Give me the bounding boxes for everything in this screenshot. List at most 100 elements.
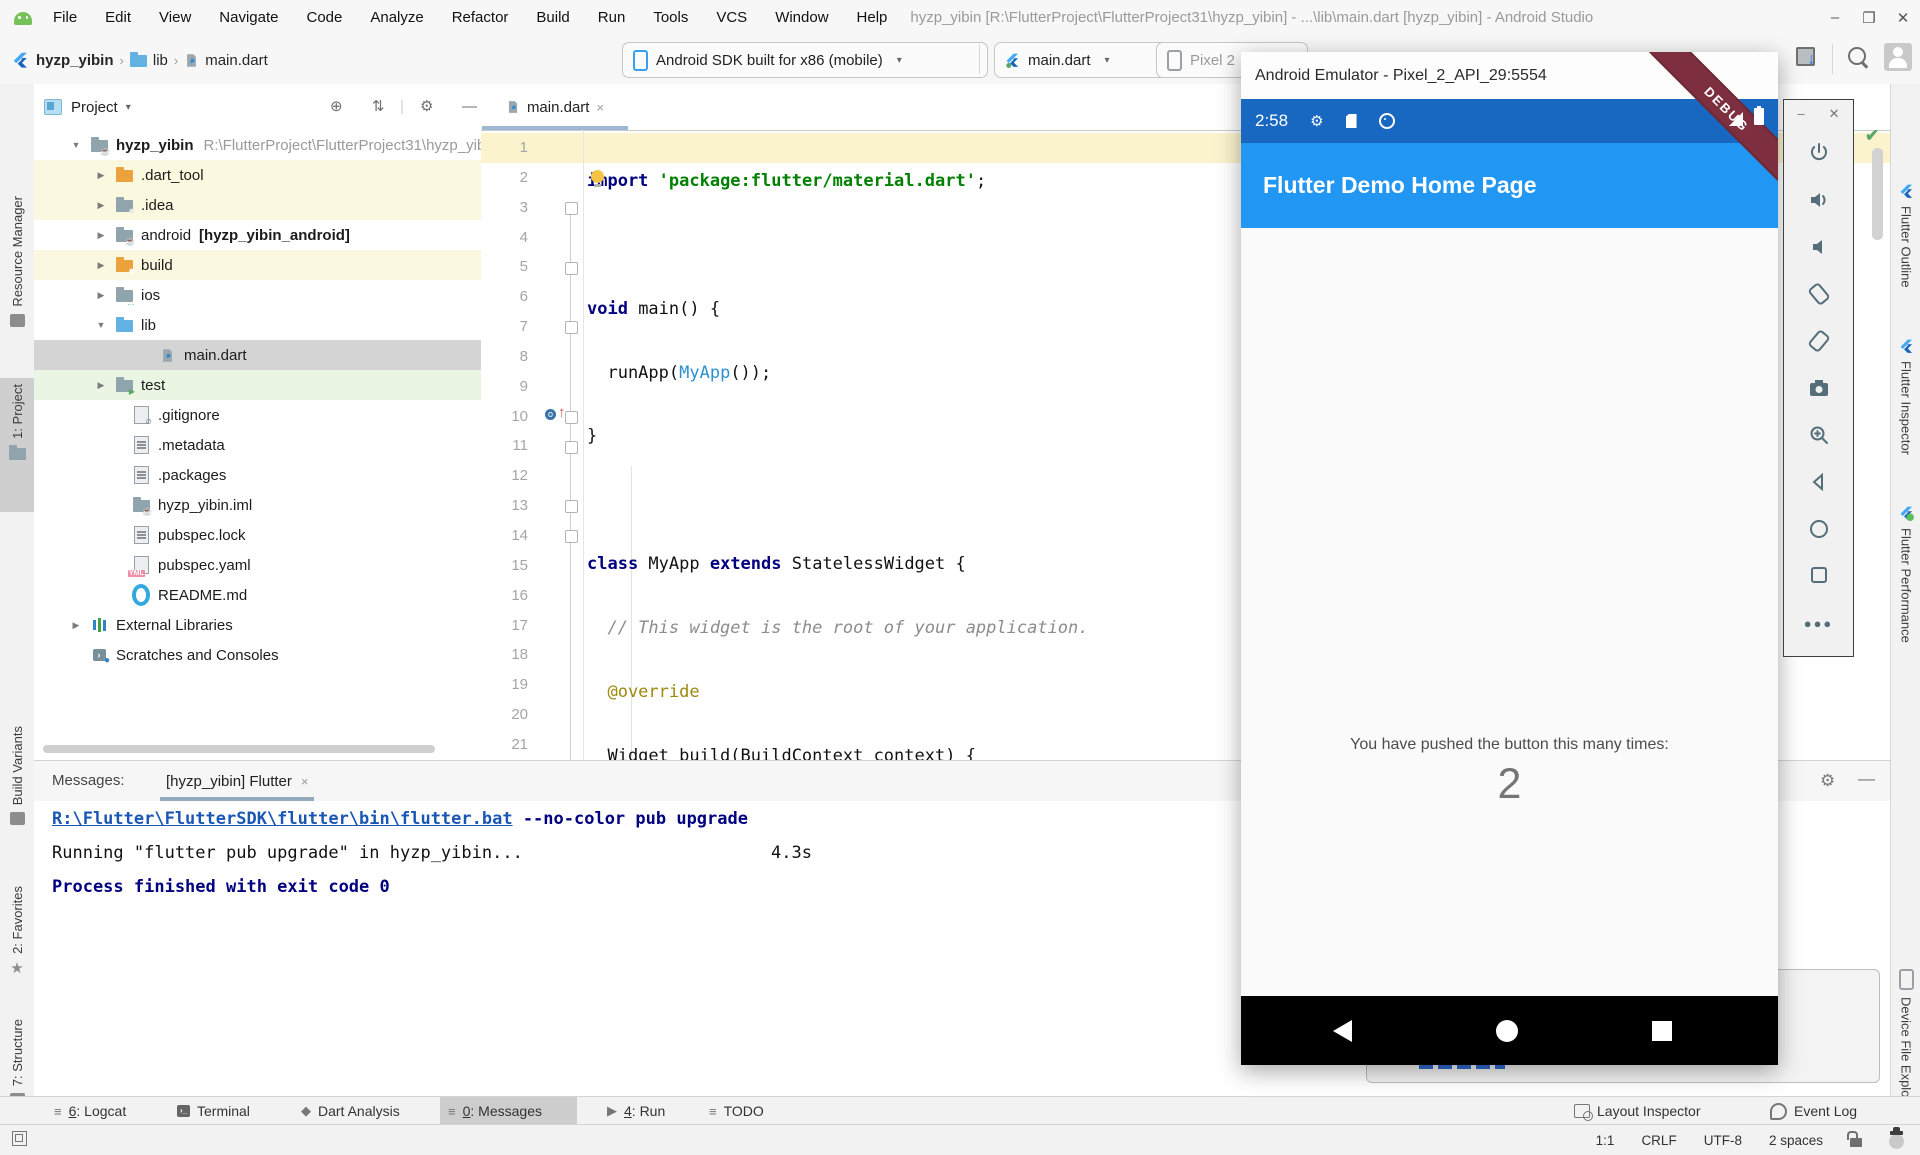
tree-row-lib[interactable]: ▼ lib [34, 310, 481, 340]
expand-arrow-icon[interactable]: ▶ [95, 170, 107, 181]
locate-file-icon[interactable]: ⊕ [330, 98, 343, 116]
fold-toggle[interactable] [565, 441, 578, 454]
menu-view[interactable]: View [150, 6, 200, 29]
tree-row-test[interactable]: ▶ ▶ test [34, 370, 481, 400]
menu-refactor[interactable]: Refactor [443, 6, 518, 29]
volume-down-icon[interactable] [1806, 234, 1832, 260]
tree-row-main-dart[interactable]: main.dart [34, 340, 481, 370]
file-encoding[interactable]: UTF-8 [1704, 1133, 1742, 1148]
override-marker-icon[interactable]: o [545, 409, 556, 420]
toolbtn-event-log[interactable]: Event Log [1762, 1097, 1865, 1125]
tree-row-idea[interactable]: ▶ ✹ .idea [34, 190, 481, 220]
breadcrumb-project[interactable]: hyzp_yibin [36, 52, 114, 69]
fold-toggle[interactable] [565, 411, 578, 424]
minimize-emulator-icon[interactable]: – [1797, 106, 1804, 122]
tree-row-packages[interactable]: .packages [34, 460, 481, 490]
close-tab-icon[interactable]: × [301, 774, 309, 789]
nav-overview-icon[interactable] [1652, 1021, 1672, 1041]
fold-toggle[interactable] [565, 321, 578, 334]
menu-navigate[interactable]: Navigate [210, 6, 287, 29]
fold-toggle[interactable] [565, 500, 578, 513]
caret-position[interactable]: 1:1 [1596, 1133, 1615, 1148]
more-options-icon[interactable]: ●●● [1806, 610, 1832, 636]
collapse-all-icon[interactable]: ⇅ [372, 98, 385, 116]
menu-file[interactable]: File [44, 6, 86, 29]
sidebar-item-resource-manager[interactable]: Resource Manager [0, 196, 34, 327]
tree-row-readme[interactable]: README.md [34, 580, 481, 610]
menu-tools[interactable]: Tools [644, 6, 697, 29]
menu-run[interactable]: Run [589, 6, 635, 29]
inspections-ok-icon[interactable]: ✔ [1865, 126, 1879, 146]
tree-row-gitignore[interactable]: ⊘ .gitignore [34, 400, 481, 430]
expand-arrow-icon[interactable]: ▶ [95, 260, 107, 271]
screenshot-camera-icon[interactable] [1806, 375, 1832, 401]
tree-row-iml[interactable]: ☕ hyzp_yibin.iml [34, 490, 481, 520]
expand-arrow-icon[interactable]: ▶ [95, 230, 107, 241]
sidebar-item-structure[interactable]: 7: Structure [0, 1019, 34, 1106]
sidebar-item-project[interactable]: 1: Project [0, 384, 34, 460]
tree-row-metadata[interactable]: .metadata [34, 430, 481, 460]
tree-row-external-libraries[interactable]: ▶ External Libraries [34, 610, 481, 640]
editor-scrollbar[interactable] [1872, 148, 1883, 240]
tree-row-pubspec-yaml[interactable]: YML pubspec.yaml [34, 550, 481, 580]
gear-icon[interactable]: ⚙ [1820, 771, 1835, 791]
breadcrumb-lib[interactable]: lib [153, 52, 168, 69]
tree-row-build[interactable]: ▶ ✹ build [34, 250, 481, 280]
tree-row-scratches[interactable]: ›● Scratches and Consoles [34, 640, 481, 670]
menu-help[interactable]: Help [848, 6, 897, 29]
close-window-button[interactable]: ✕ [1886, 4, 1920, 32]
expand-arrow-icon[interactable]: ▶ [95, 380, 107, 391]
nav-home-icon[interactable] [1496, 1020, 1518, 1042]
sdk-manager-icon[interactable]: ↓ [1796, 47, 1822, 71]
fold-toggle[interactable] [565, 202, 578, 215]
sidebar-item-flutter-outline[interactable]: Flutter Outline [1891, 184, 1920, 288]
indent-setting[interactable]: 2 spaces [1769, 1133, 1823, 1148]
menu-analyze[interactable]: Analyze [361, 6, 432, 29]
close-tab-icon[interactable]: × [596, 100, 604, 115]
gear-icon[interactable]: ⚙ [420, 98, 433, 116]
clipped-link[interactable] [1419, 1065, 1505, 1069]
volume-up-icon[interactable] [1806, 187, 1832, 213]
expand-arrow-icon[interactable]: ▶ [70, 620, 82, 631]
toolbtn-logcat[interactable]: ≡ 6: Logcat [46, 1097, 134, 1125]
readonly-lock-icon[interactable] [1850, 1138, 1862, 1147]
zoom-icon[interactable] [1806, 422, 1832, 448]
highlighting-level-icon[interactable] [1889, 1134, 1904, 1149]
overview-icon[interactable] [1806, 562, 1832, 588]
menu-code[interactable]: Code [297, 6, 351, 29]
nav-back-icon[interactable] [1333, 1020, 1352, 1042]
menu-edit[interactable]: Edit [96, 6, 140, 29]
device-selector[interactable]: Android SDK built for x86 (mobile) ▾ [622, 42, 988, 78]
sidebar-item-device-file-explorer[interactable]: Device File Explorer [1891, 969, 1920, 1113]
toolbtn-messages[interactable]: ≡ 0: Messages [440, 1097, 577, 1125]
sidebar-item-favorites[interactable]: 2: Favorites ★ [0, 886, 34, 976]
expand-arrow-icon[interactable]: ▶ [95, 290, 107, 301]
hide-panel-icon[interactable]: — [462, 98, 477, 116]
search-everywhere-icon[interactable] [1846, 45, 1872, 71]
expand-arrow-icon[interactable]: ▼ [95, 320, 107, 330]
menu-vcs[interactable]: VCS [707, 6, 756, 29]
tree-row-pubspec-lock[interactable]: pubspec.lock [34, 520, 481, 550]
sidebar-item-flutter-inspector[interactable]: Flutter Inspector [1891, 339, 1920, 455]
toolbtn-terminal[interactable]: ›_ Terminal [169, 1097, 258, 1125]
rotate-left-icon[interactable] [1806, 281, 1832, 307]
toolbtn-layout-inspector[interactable]: Layout Inspector [1566, 1097, 1709, 1125]
menu-build[interactable]: Build [527, 6, 578, 29]
tab-main-dart[interactable]: main.dart × [482, 84, 628, 130]
rotate-right-icon[interactable] [1806, 328, 1832, 354]
intention-bulb-icon[interactable] [591, 170, 604, 183]
tree-row-dart-tool[interactable]: ▶ .dart_tool [34, 160, 481, 190]
fold-toggle[interactable] [565, 530, 578, 543]
restore-window-button[interactable]: ❐ [1852, 4, 1886, 32]
expand-arrow-icon[interactable]: ▶ [95, 200, 107, 211]
line-ending[interactable]: CRLF [1641, 1133, 1676, 1148]
flutter-bat-link[interactable]: R:\Flutter\FlutterSDK\flutter\bin\flutte… [52, 809, 513, 829]
minimize-window-button[interactable]: – [1818, 4, 1852, 32]
tree-row-android[interactable]: ▶ ☕ android [hyzp_yibin_android] [34, 220, 481, 250]
menu-window[interactable]: Window [766, 6, 837, 29]
hide-panel-icon[interactable]: — [1858, 769, 1875, 789]
run-config-selector[interactable]: main.dart ▾ [994, 42, 1169, 78]
project-view-selector[interactable]: Project [71, 99, 118, 116]
breadcrumb-file[interactable]: main.dart [205, 52, 268, 69]
user-avatar[interactable] [1884, 43, 1912, 71]
